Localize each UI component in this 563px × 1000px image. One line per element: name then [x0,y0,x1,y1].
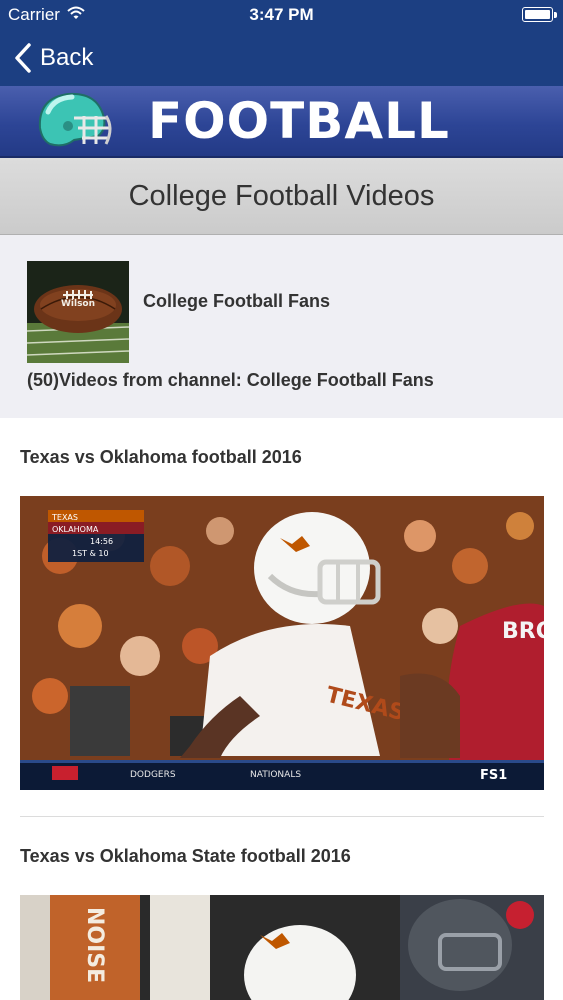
section-title: College Football Videos [128,179,435,212]
network-logo: FS1 [480,768,507,783]
chevron-left-icon [15,43,31,73]
video-thumbnail[interactable]: NOISE [20,895,544,1000]
opponent-jersey-text: BRO [502,619,544,644]
battery-icon [522,7,557,22]
back-button[interactable]: Back [14,40,93,76]
football-image: Wilson [27,261,129,363]
scorebug: TEXAS OKLAHOMA 14:56 1ST & 10 [48,510,144,562]
video-frame: TEXAS BRO TEXAS OKLAHOMA 14:56 1ST & 10 … [20,496,544,790]
channel-panel: Wilson College Football Fans (50)Videos … [0,235,563,418]
scorebug-clock: 14:56 [90,537,113,546]
navigation-bar: Back [0,30,563,86]
video-title[interactable]: Texas vs Oklahoma football 2016 [20,447,302,468]
video-title[interactable]: Texas vs Oklahoma State football 2016 [20,846,351,867]
channel-videos-count: (50)Videos from channel: College Footbal… [27,370,434,390]
video-frame: NOISE [20,895,544,1000]
football-helmet-icon [38,92,112,147]
scorebug-team2: OKLAHOMA [52,525,99,534]
ball-brand: Wilson [61,299,95,309]
clock: 3:47 PM [249,5,314,24]
divider [20,816,544,817]
channel-thumbnail[interactable]: Wilson [27,261,129,363]
section-header: College Football Videos [0,158,563,235]
channel-name[interactable]: College Football Fans [143,291,330,312]
sign-text: NOISE [82,907,107,983]
football-banner: FOOTBALL [0,86,563,158]
back-label: Back [40,44,94,71]
status-bar: Carrier 3:47 PM [0,0,563,30]
scorebug-team1: TEXAS [51,513,78,522]
video-thumbnail[interactable]: TEXAS BRO TEXAS OKLAHOMA 14:56 1ST & 10 … [20,496,544,790]
banner-title: FOOTBALL [148,92,450,150]
scorebug-down: 1ST & 10 [72,549,109,558]
ticker-team-right: NATIONALS [250,770,301,780]
ticker-team-left: DODGERS [130,770,176,780]
